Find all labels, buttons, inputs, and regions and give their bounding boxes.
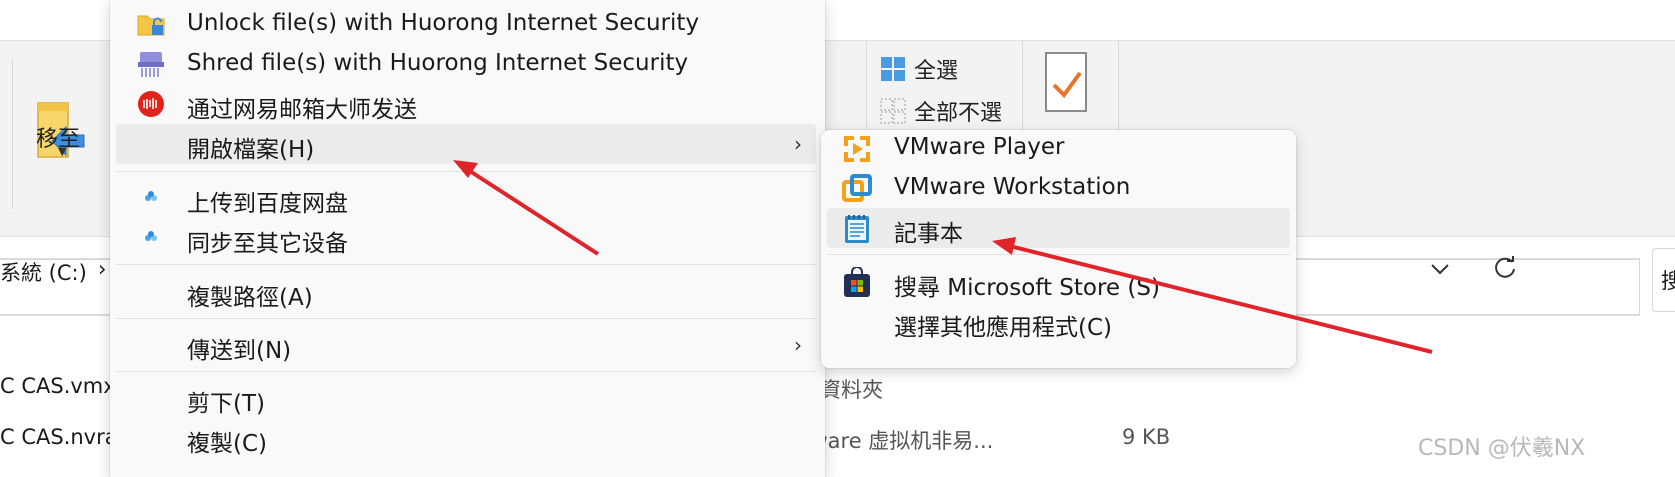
menu-item-label: Unlock file(s) with Huorong Internet Sec… — [187, 10, 700, 36]
menu-item-label: 剪下(T) — [187, 391, 265, 417]
search-placeholder: 搜 — [1661, 269, 1675, 293]
menu-separator — [116, 171, 816, 172]
submenu-item-label: VMware Workstation — [894, 174, 1131, 200]
checklist-icon — [1045, 52, 1087, 112]
menu-item-open-with[interactable]: 開啟檔案(H) › — [116, 124, 816, 164]
baidu-cloud-icon — [145, 231, 157, 241]
address-path[interactable]: 系統 (C:) — [0, 257, 87, 287]
shredder-icon — [138, 52, 164, 77]
menu-separator — [116, 318, 816, 319]
menu-item-huorong-shred[interactable]: Shred file(s) with Huorong Internet Secu… — [116, 44, 816, 84]
submenu-item-label: VMware Player — [894, 134, 1065, 160]
refresh-icon[interactable] — [1492, 255, 1518, 281]
select-none-button[interactable]: 全部不選 — [880, 95, 1020, 127]
menu-item-label: 開啟檔案(H) — [187, 137, 315, 163]
menu-item-send-to[interactable]: 傳送到(N) › — [116, 325, 816, 365]
menu-item-netease-mail[interactable]: 通过网易邮箱大师发送 — [116, 84, 816, 124]
submenu-item-notepad[interactable]: 記事本 — [827, 208, 1290, 248]
submenu-item-microsoft-store[interactable]: 搜尋 Microsoft Store (S) — [827, 262, 1290, 302]
netease-mail-icon — [138, 91, 164, 117]
chevron-down-icon: ▼ — [58, 145, 67, 158]
file-size: 9 KB — [1122, 425, 1171, 449]
submenu-item-vmware-player[interactable]: VMware Player — [827, 128, 1290, 168]
submenu-item-choose-other-app[interactable]: 選擇其他應用程式(C) — [827, 302, 1290, 342]
notepad-icon — [845, 215, 869, 243]
vmware-workstation-icon — [842, 174, 872, 202]
menu-item-copy[interactable]: 複製(C) — [116, 418, 816, 458]
breadcrumb-separator: › — [98, 257, 107, 281]
file-name: C CAS.nvra — [0, 425, 118, 449]
microsoft-store-icon — [844, 267, 870, 297]
submenu-item-vmware-workstation[interactable]: VMware Workstation — [827, 168, 1290, 208]
menu-item-label: 複製路徑(A) — [187, 285, 313, 311]
folder-lock-icon — [137, 15, 165, 36]
chevron-right-icon: › — [794, 333, 802, 357]
submenu-item-label: 選擇其他應用程式(C) — [894, 315, 1113, 341]
select-all-icon — [881, 57, 905, 81]
chevron-down-icon[interactable] — [1428, 257, 1452, 281]
invert-selection-button[interactable] — [1040, 49, 1100, 129]
menu-item-cut[interactable]: 剪下(T) — [116, 378, 816, 418]
context-menu: Unlock file(s) with Huorong Internet Sec… — [110, 0, 825, 477]
menu-item-label: 同步至其它设备 — [187, 231, 348, 257]
select-none-label: 全部不選 — [914, 101, 1003, 126]
menu-item-label: 通过网易邮箱大师发送 — [187, 97, 417, 123]
menu-item-baidu-upload[interactable]: 上传到百度网盘 — [116, 178, 816, 218]
menu-separator — [116, 371, 816, 372]
submenu-item-label: 搜尋 Microsoft Store (S) — [894, 275, 1160, 301]
select-none-icon — [880, 98, 906, 124]
menu-item-label: 上传到百度网盘 — [187, 191, 348, 217]
watermark: CSDN @伏羲NX — [1418, 436, 1586, 461]
submenu-item-label: 記事本 — [894, 221, 963, 247]
menu-item-huorong-unlock[interactable]: Unlock file(s) with Huorong Internet Sec… — [116, 4, 816, 44]
menu-item-label: Shred file(s) with Huorong Internet Secu… — [187, 50, 689, 76]
menu-separator — [116, 264, 816, 265]
menu-item-sync-devices[interactable]: 同步至其它设备 — [116, 218, 816, 258]
select-all-label: 全選 — [914, 59, 959, 84]
select-all-button[interactable]: 全選 — [880, 53, 990, 85]
menu-item-copy-path[interactable]: 複製路徑(A) — [116, 272, 816, 312]
ribbon-divider — [12, 59, 13, 209]
open-with-submenu: VMware Player VMware Workstation 記事本 搜尋 … — [821, 130, 1296, 368]
menu-item-label: 傳送到(N) — [187, 338, 292, 364]
baidu-cloud-icon — [145, 191, 157, 201]
menu-item-label: 複製(C) — [187, 431, 268, 457]
chevron-right-icon: › — [794, 132, 802, 156]
file-name: C CAS.vmx — [0, 374, 116, 398]
vmware-player-icon — [844, 136, 870, 162]
menu-separator — [827, 254, 1290, 255]
search-input[interactable]: 搜 — [1652, 248, 1675, 312]
